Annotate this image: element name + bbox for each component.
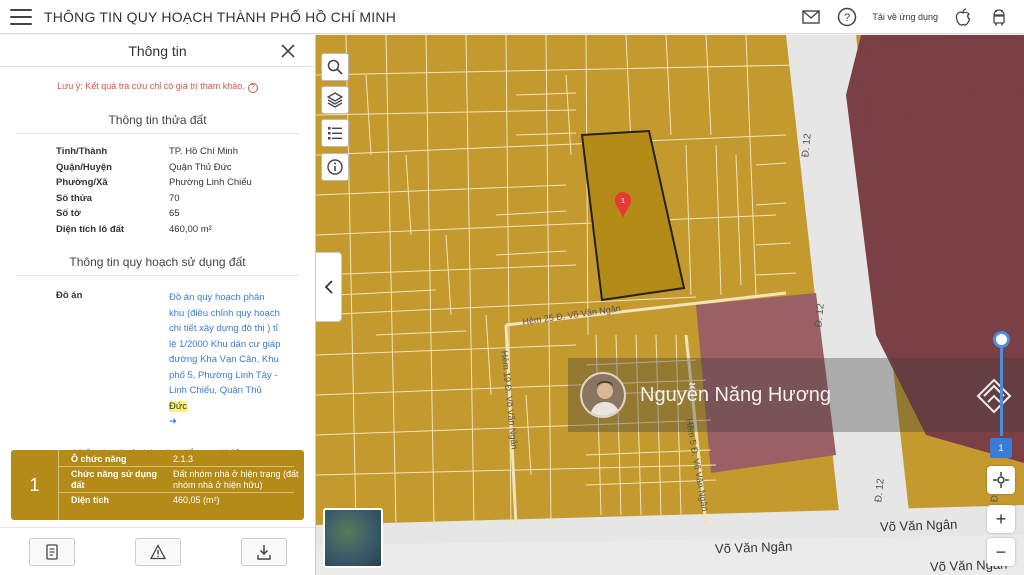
arrow-right-icon[interactable]: ➜	[169, 416, 177, 427]
search-icon	[327, 59, 343, 75]
parcel-section-title: Thông tin thửa đất	[16, 113, 299, 134]
zoom-out-button[interactable]: −	[987, 538, 1015, 566]
parcel-info-table: Tỉnh/Thành TP. Hồ Chí Minh Quận/Huyện Quận…	[56, 144, 315, 237]
project-text[interactable]: Đồ án quy hoạch phân khu (điều chỉnh quy…	[169, 292, 280, 396]
function-label: Diện tích	[71, 495, 110, 505]
info-row: Diện tích lô đất 460,00 m²	[56, 222, 315, 238]
road-label-vo-van-ngan: Võ Văn Ngân	[879, 516, 958, 535]
disclaimer-text: Lưu ý: Kết quả tra cứu chỉ có giá trị th…	[57, 81, 245, 91]
basemap-switcher[interactable]	[323, 508, 383, 568]
project-link[interactable]: Đồ án quy hoạch phân khu (điều chỉnh quy…	[169, 290, 281, 430]
function-value: 460,05 (m²)	[173, 495, 220, 505]
watermark-name: Nguyễn Năng Hương	[640, 383, 832, 406]
function-label: Ô chức năng	[71, 454, 127, 464]
planning-map[interactable]: 1	[316, 35, 1024, 575]
help-icon[interactable]: ?	[836, 6, 858, 28]
map-canvas	[316, 35, 1024, 575]
function-label: Chức năng sử dụng đất	[71, 469, 158, 490]
zoom-slider-handle[interactable]	[993, 331, 1010, 348]
download-app-label: Tải về ứng dụng	[872, 11, 938, 22]
planning-section-title: Thông tin quy hoạch sử dụng đất	[16, 255, 299, 276]
apple-icon[interactable]	[952, 6, 974, 28]
project-highlight: Đức	[169, 400, 187, 412]
function-number: 1	[11, 450, 59, 520]
info-value: 65	[169, 208, 180, 220]
panel-header: Thông tin	[0, 35, 315, 67]
info-label: Số thửa	[56, 192, 92, 204]
info-row: Tỉnh/Thành TP. Hồ Chí Minh	[56, 144, 315, 160]
map-search-button[interactable]	[321, 53, 349, 81]
function-value: Đất nhóm nhà ở hiện trạng (đất nhóm nhà …	[173, 469, 299, 490]
info-label: Quận/Huyện	[56, 161, 112, 173]
info-label: Phường/Xã	[56, 177, 108, 189]
zoom-level-badge: 1	[990, 438, 1012, 458]
zoom-in-button[interactable]: +	[987, 505, 1015, 533]
document-icon	[46, 543, 58, 560]
layers-icon	[327, 92, 343, 108]
info-row: Phường/Xã Phường Linh Chiểu	[56, 175, 315, 191]
logo-icon	[976, 378, 1012, 419]
android-icon[interactable]	[988, 6, 1010, 28]
crosshair-icon	[993, 472, 1009, 488]
document-button[interactable]	[29, 537, 75, 566]
marker-label: 1	[621, 198, 625, 205]
panel-footer	[0, 527, 315, 575]
map-layers-button[interactable]	[321, 86, 349, 114]
info-row: Số thửa 70	[56, 191, 315, 207]
zoom-slider-track[interactable]	[1000, 340, 1003, 436]
info-value: TP. Hồ Chí Minh	[169, 146, 238, 158]
map-info-button[interactable]	[321, 153, 349, 181]
info-label: Số tờ	[56, 208, 81, 220]
panel-title: Thông tin	[128, 42, 187, 59]
svg-text:?: ?	[844, 12, 850, 24]
download-button[interactable]	[241, 537, 287, 566]
collapse-panel-button[interactable]	[316, 252, 342, 322]
locate-button[interactable]	[987, 466, 1015, 494]
info-value: Quận Thủ Đức	[169, 161, 232, 173]
project-row: Đồ án Đồ án quy hoạch phân khu (điều chỉ…	[56, 290, 315, 430]
info-panel: Thông tin Lưu ý: Kết quả tra cứu chỉ có …	[0, 35, 316, 575]
watermark-overlay: Nguyễn Năng Hương	[568, 358, 1024, 432]
avatar	[580, 372, 626, 418]
mail-icon[interactable]	[800, 6, 822, 28]
info-row: Số tờ 65	[56, 206, 315, 222]
project-label: Đồ án	[56, 290, 83, 301]
help-icon[interactable]: ?	[247, 83, 258, 93]
list-icon	[328, 127, 342, 140]
menu-icon[interactable]	[10, 8, 32, 25]
info-value: 460,00 m²	[169, 223, 212, 235]
warning-icon	[150, 543, 166, 559]
chevron-left-icon	[324, 280, 333, 294]
map-legend-button[interactable]	[321, 119, 349, 147]
info-value: 70	[169, 192, 180, 204]
parcel-marker-icon[interactable]: 1	[614, 191, 632, 219]
info-value: Phường Linh Chiểu	[169, 177, 252, 189]
close-icon[interactable]	[279, 42, 297, 60]
download-icon	[257, 544, 271, 560]
report-button[interactable]	[135, 537, 181, 566]
road-label-vo-van-ngan: Võ Văn Ngân	[714, 538, 793, 557]
function-value: 2.1.3	[173, 454, 194, 464]
app-title: THÔNG TIN QUY HOẠCH THÀNH PHỐ HỒ CHÍ MIN…	[44, 8, 396, 25]
info-label: Diện tích lô đất	[56, 223, 125, 235]
function-cell-card[interactable]: 1 Ô chức năng 2.1.3 Chức năng sử dụng đất…	[11, 450, 304, 520]
info-label: Tỉnh/Thành	[56, 146, 108, 158]
info-row: Quận/Huyện Quận Thủ Đức	[56, 160, 315, 176]
app-header: THÔNG TIN QUY HOẠCH THÀNH PHỐ HỒ CHÍ MIN…	[0, 0, 1024, 34]
info-icon	[327, 159, 343, 175]
disclaimer-note: Lưu ý: Kết quả tra cứu chỉ có giá trị th…	[0, 81, 315, 93]
